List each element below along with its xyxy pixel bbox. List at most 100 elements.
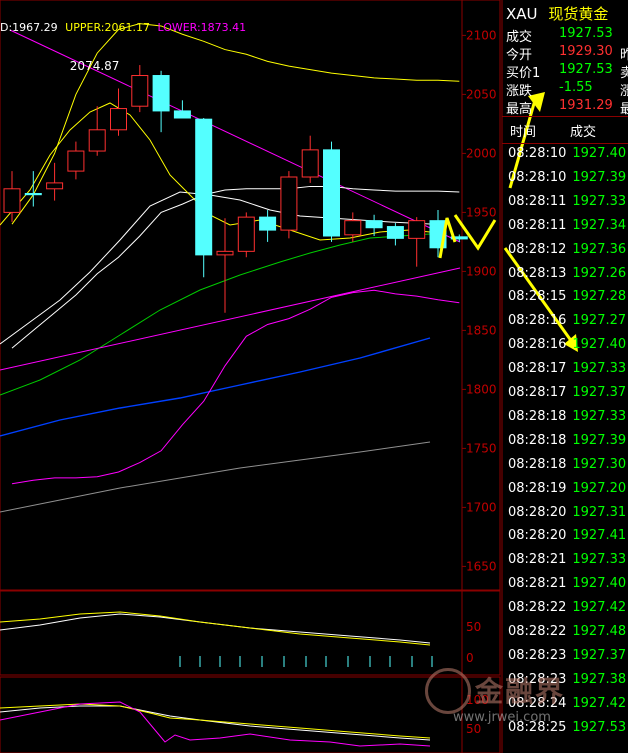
candle[interactable]	[195, 118, 213, 278]
tick-time: 08:28:22	[508, 624, 567, 639]
quote-label: 最高	[506, 102, 533, 117]
kdj-line-white	[0, 705, 431, 741]
tick-row[interactable]: 08:28:13 1927.26	[508, 266, 626, 281]
tick-row[interactable]: 08:28:22 1927.42	[508, 600, 626, 615]
candle-body	[344, 220, 362, 236]
candle-body	[131, 75, 149, 107]
y-axis: 2100 2050 2000 1950 1900 1850 1800 1750 1700 1650	[462, 28, 497, 573]
candle[interactable]	[386, 223, 404, 246]
candle[interactable]	[46, 162, 64, 201]
tick-row[interactable]: 08:28:15 1927.28	[508, 289, 626, 304]
quote-label: 成交	[506, 30, 533, 45]
tick-time: 08:28:19	[508, 480, 567, 496]
watermark-name: 金融界	[475, 675, 566, 708]
tick-row[interactable]: 08:28:10 1927.40	[508, 146, 626, 161]
tick-price: 1927.33	[572, 193, 627, 209]
tick-price: 1927.31	[572, 504, 627, 520]
candle[interactable]	[173, 100, 191, 119]
candle[interactable]	[216, 218, 234, 313]
tick-row[interactable]: 08:28:18 1927.33	[508, 409, 626, 424]
candle[interactable]	[365, 214, 383, 236]
candle-body	[88, 129, 106, 152]
candle[interactable]	[67, 141, 85, 180]
quote-label: 今开	[506, 48, 533, 63]
tick-row[interactable]: 08:28:17 1927.37	[508, 385, 626, 400]
tick-table-header: 时间 成交	[502, 116, 628, 144]
candle[interactable]	[344, 212, 362, 242]
tick-price: 1927.48	[572, 624, 627, 639]
tick-row[interactable]: 08:28:20 1927.41	[508, 528, 626, 543]
tick-row[interactable]: 08:28:21 1927.33	[508, 552, 626, 567]
candle[interactable]	[24, 171, 42, 207]
tick-price: 1927.26	[572, 265, 627, 281]
quote-right-label: 涨	[620, 84, 628, 99]
tick-price: 1927.39	[572, 432, 627, 448]
tick-row[interactable]: 08:28:16 1927.27	[508, 313, 626, 328]
candle[interactable]	[152, 70, 170, 133]
tick-price: 1927.30	[572, 456, 627, 472]
candle-body	[152, 75, 170, 112]
tick-price: 1927.37	[572, 385, 627, 400]
series-line-mid	[11, 185, 460, 349]
candle[interactable]	[408, 217, 426, 267]
tick-time: 08:28:17	[508, 385, 567, 400]
quote-value: 1927.53	[559, 62, 613, 77]
trendline-lower	[0, 267, 461, 371]
tick-price: 1927.42	[572, 600, 627, 616]
tick-time: 08:28:16	[508, 313, 567, 329]
candle[interactable]	[3, 171, 21, 222]
tick-row[interactable]: 08:28:18 1927.30	[508, 457, 626, 472]
tick-row[interactable]: 08:28:16 1927.40	[508, 337, 626, 352]
lower-value: LOWER:1873.41	[157, 21, 247, 34]
candle[interactable]	[131, 65, 149, 113]
quote-label: 买价1	[506, 66, 541, 81]
candle-body	[3, 188, 21, 213]
tick-row[interactable]: 08:28:10 1927.39	[508, 170, 626, 185]
tick-row[interactable]: 08:28:19 1927.20	[508, 481, 626, 496]
tick-price: 1927.34	[572, 217, 627, 233]
tick-time: 08:28:16	[508, 337, 567, 353]
candle-body	[301, 149, 319, 178]
tick-time: 08:28:13	[508, 265, 567, 281]
tick-price: 1927.40	[572, 337, 627, 353]
candle[interactable]	[259, 210, 277, 242]
tick-time: 08:28:21	[508, 552, 567, 568]
tick-time: 08:28:20	[508, 504, 567, 520]
quote-value: 1927.53	[559, 26, 613, 41]
macd-histogram	[179, 656, 433, 667]
candle[interactable]	[237, 212, 255, 258]
candle[interactable]	[88, 106, 106, 156]
kline-chart[interactable]: 2074.87 2100 2050 2000 1950 1900 1850 1800 1750…	[0, 0, 628, 753]
tick-price: 1927.40	[572, 576, 627, 592]
y-tick-label: 2050	[466, 87, 497, 101]
chart-grid	[0, 0, 501, 591]
tick-price: 1927.28	[572, 289, 627, 305]
tick-row[interactable]: 08:28:12 1927.36	[508, 242, 626, 257]
candle[interactable]	[280, 171, 298, 239]
arrow-squiggle	[453, 214, 497, 251]
tick-row[interactable]: 08:28:22 1927.48	[508, 624, 626, 639]
candle-body	[323, 149, 340, 237]
mid-value: D:1967.29	[0, 21, 58, 34]
tick-row[interactable]: 08:28:17 1927.33	[508, 361, 626, 376]
y-tick-label: 1800	[466, 382, 497, 396]
candle[interactable]	[110, 88, 127, 136]
tick-row[interactable]: 08:28:11 1927.33	[508, 194, 626, 209]
candle-body	[46, 182, 64, 190]
y-tick-label: 1900	[466, 264, 497, 278]
tick-row[interactable]: 08:28:18 1927.39	[508, 433, 626, 448]
tick-price: 1927.40	[572, 146, 627, 161]
candle-body	[173, 110, 191, 119]
tick-row[interactable]: 08:28:11 1927.34	[508, 218, 626, 233]
candle[interactable]	[323, 141, 340, 242]
high-annotation: 2074.87	[70, 59, 120, 73]
tick-time: 08:28:20	[508, 528, 567, 544]
candle[interactable]	[301, 135, 319, 183]
tick-price: 1927.36	[572, 241, 627, 257]
quote-value: 1931.29	[559, 98, 613, 113]
candle-body	[408, 220, 426, 239]
tick-row[interactable]: 08:28:21 1927.40	[508, 576, 626, 591]
series-line-upper	[11, 23, 460, 225]
kdj-line-yellow	[0, 703, 431, 739]
tick-row[interactable]: 08:28:20 1927.31	[508, 505, 626, 520]
